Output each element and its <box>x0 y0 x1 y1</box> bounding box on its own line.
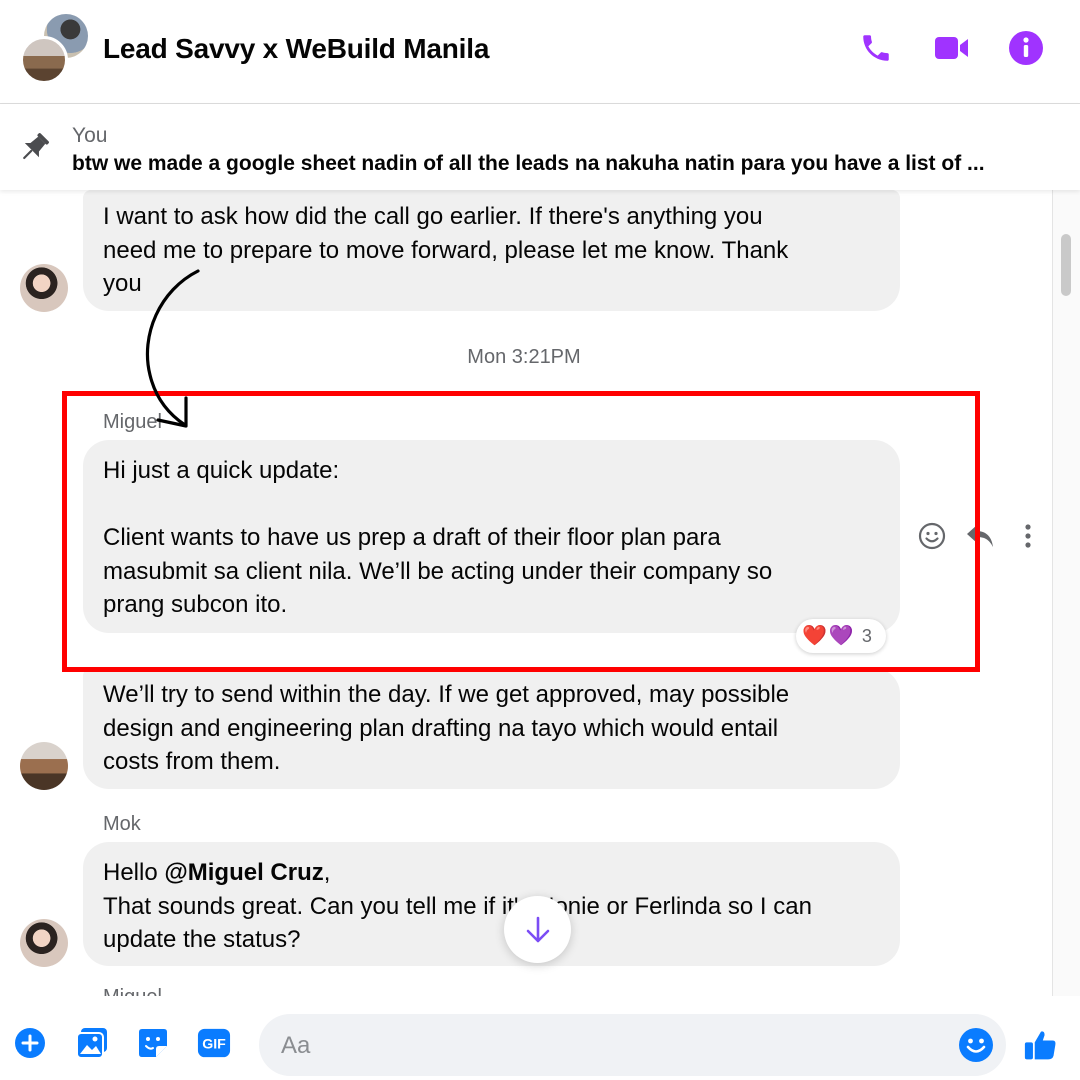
member-avatar <box>20 36 68 84</box>
react-icon[interactable] <box>916 520 948 552</box>
message-line: Hi just a quick update: <box>103 457 340 484</box>
message-text: Hello <box>103 859 165 886</box>
message-line: I want to ask how did the call go earlie… <box>103 203 763 230</box>
message-line: We’ll try to send within the day. If we … <box>103 681 790 708</box>
info-icon[interactable] <box>1008 30 1044 66</box>
message-line: prang subcon ito. <box>103 591 288 618</box>
more-options-icon[interactable] <box>1012 520 1044 552</box>
message-input[interactable] <box>279 1014 923 1078</box>
heart-reaction: ❤️ <box>802 625 827 647</box>
pinned-text: btw we made a google sheet nadin of all … <box>72 152 985 175</box>
message-line: Client wants to have us prep a draft of … <box>103 524 721 551</box>
message-line <box>103 488 880 522</box>
video-camera-icon[interactable] <box>934 30 970 66</box>
arrow-down-icon <box>526 916 549 942</box>
conversation-title[interactable]: Lead Savvy x WeBuild Manila <box>103 33 489 65</box>
message-line: update the status? <box>103 926 301 953</box>
avatar-miguel[interactable] <box>20 742 68 790</box>
plus-icon[interactable] <box>13 1026 47 1060</box>
message-bubble[interactable]: We’ll try to send within the day. If we … <box>83 668 900 789</box>
mention-link[interactable]: @Miguel Cruz <box>164 859 323 886</box>
group-avatar[interactable] <box>20 14 90 84</box>
message-input-box[interactable] <box>259 1014 1006 1078</box>
phone-icon[interactable] <box>858 30 894 66</box>
photo-icon[interactable] <box>75 1026 109 1060</box>
reaction-count: 3 <box>861 625 872 646</box>
scroll-to-bottom-button[interactable] <box>504 896 571 963</box>
thumbs-up-icon[interactable] <box>1024 1028 1058 1062</box>
reactions-badge[interactable]: ❤️ 💜 3 <box>796 619 886 653</box>
message-text: , <box>323 859 331 886</box>
message-bubble[interactable]: Hello @Miguel Cruz, That sounds great. C… <box>83 842 900 966</box>
pinned-sender: You <box>72 124 108 147</box>
conversation-header: Lead Savvy x WeBuild Manila <box>0 0 1080 104</box>
svg-text:GIF: GIF <box>202 1037 226 1053</box>
scrollbar-thumb[interactable] <box>1061 234 1071 296</box>
message-line: design and engineering plan drafting na … <box>103 714 779 742</box>
gif-icon[interactable]: GIF <box>197 1026 231 1060</box>
message-bubble[interactable]: Hi just a quick update: Client wants to … <box>83 440 900 633</box>
pin-icon <box>16 130 52 171</box>
emoji-icon[interactable] <box>958 1027 994 1068</box>
avatar-mok[interactable] <box>20 919 68 967</box>
message-line: costs from them. <box>103 748 281 775</box>
annotation-arrow-icon <box>145 269 200 428</box>
purple-heart-reaction: 💜 <box>828 625 854 647</box>
message-line: need me to prepare to move forward, plea… <box>103 236 789 264</box>
message-line: Hello @Miguel Cruz, <box>103 856 880 890</box>
sender-name: Mok <box>103 813 141 835</box>
message-line: That sounds great. Can you tell me if it… <box>103 892 812 920</box>
sticker-icon[interactable] <box>136 1026 170 1060</box>
reply-icon[interactable] <box>964 520 996 552</box>
avatar-mok[interactable] <box>20 264 68 312</box>
pinned-message-bar[interactable]: You btw we made a google sheet nadin of … <box>0 104 1080 190</box>
message-line: masubmit sa client nila. We’ll be acting… <box>103 557 773 585</box>
message-composer: GIF <box>0 996 1080 1080</box>
scrollbar[interactable] <box>1052 190 1080 996</box>
